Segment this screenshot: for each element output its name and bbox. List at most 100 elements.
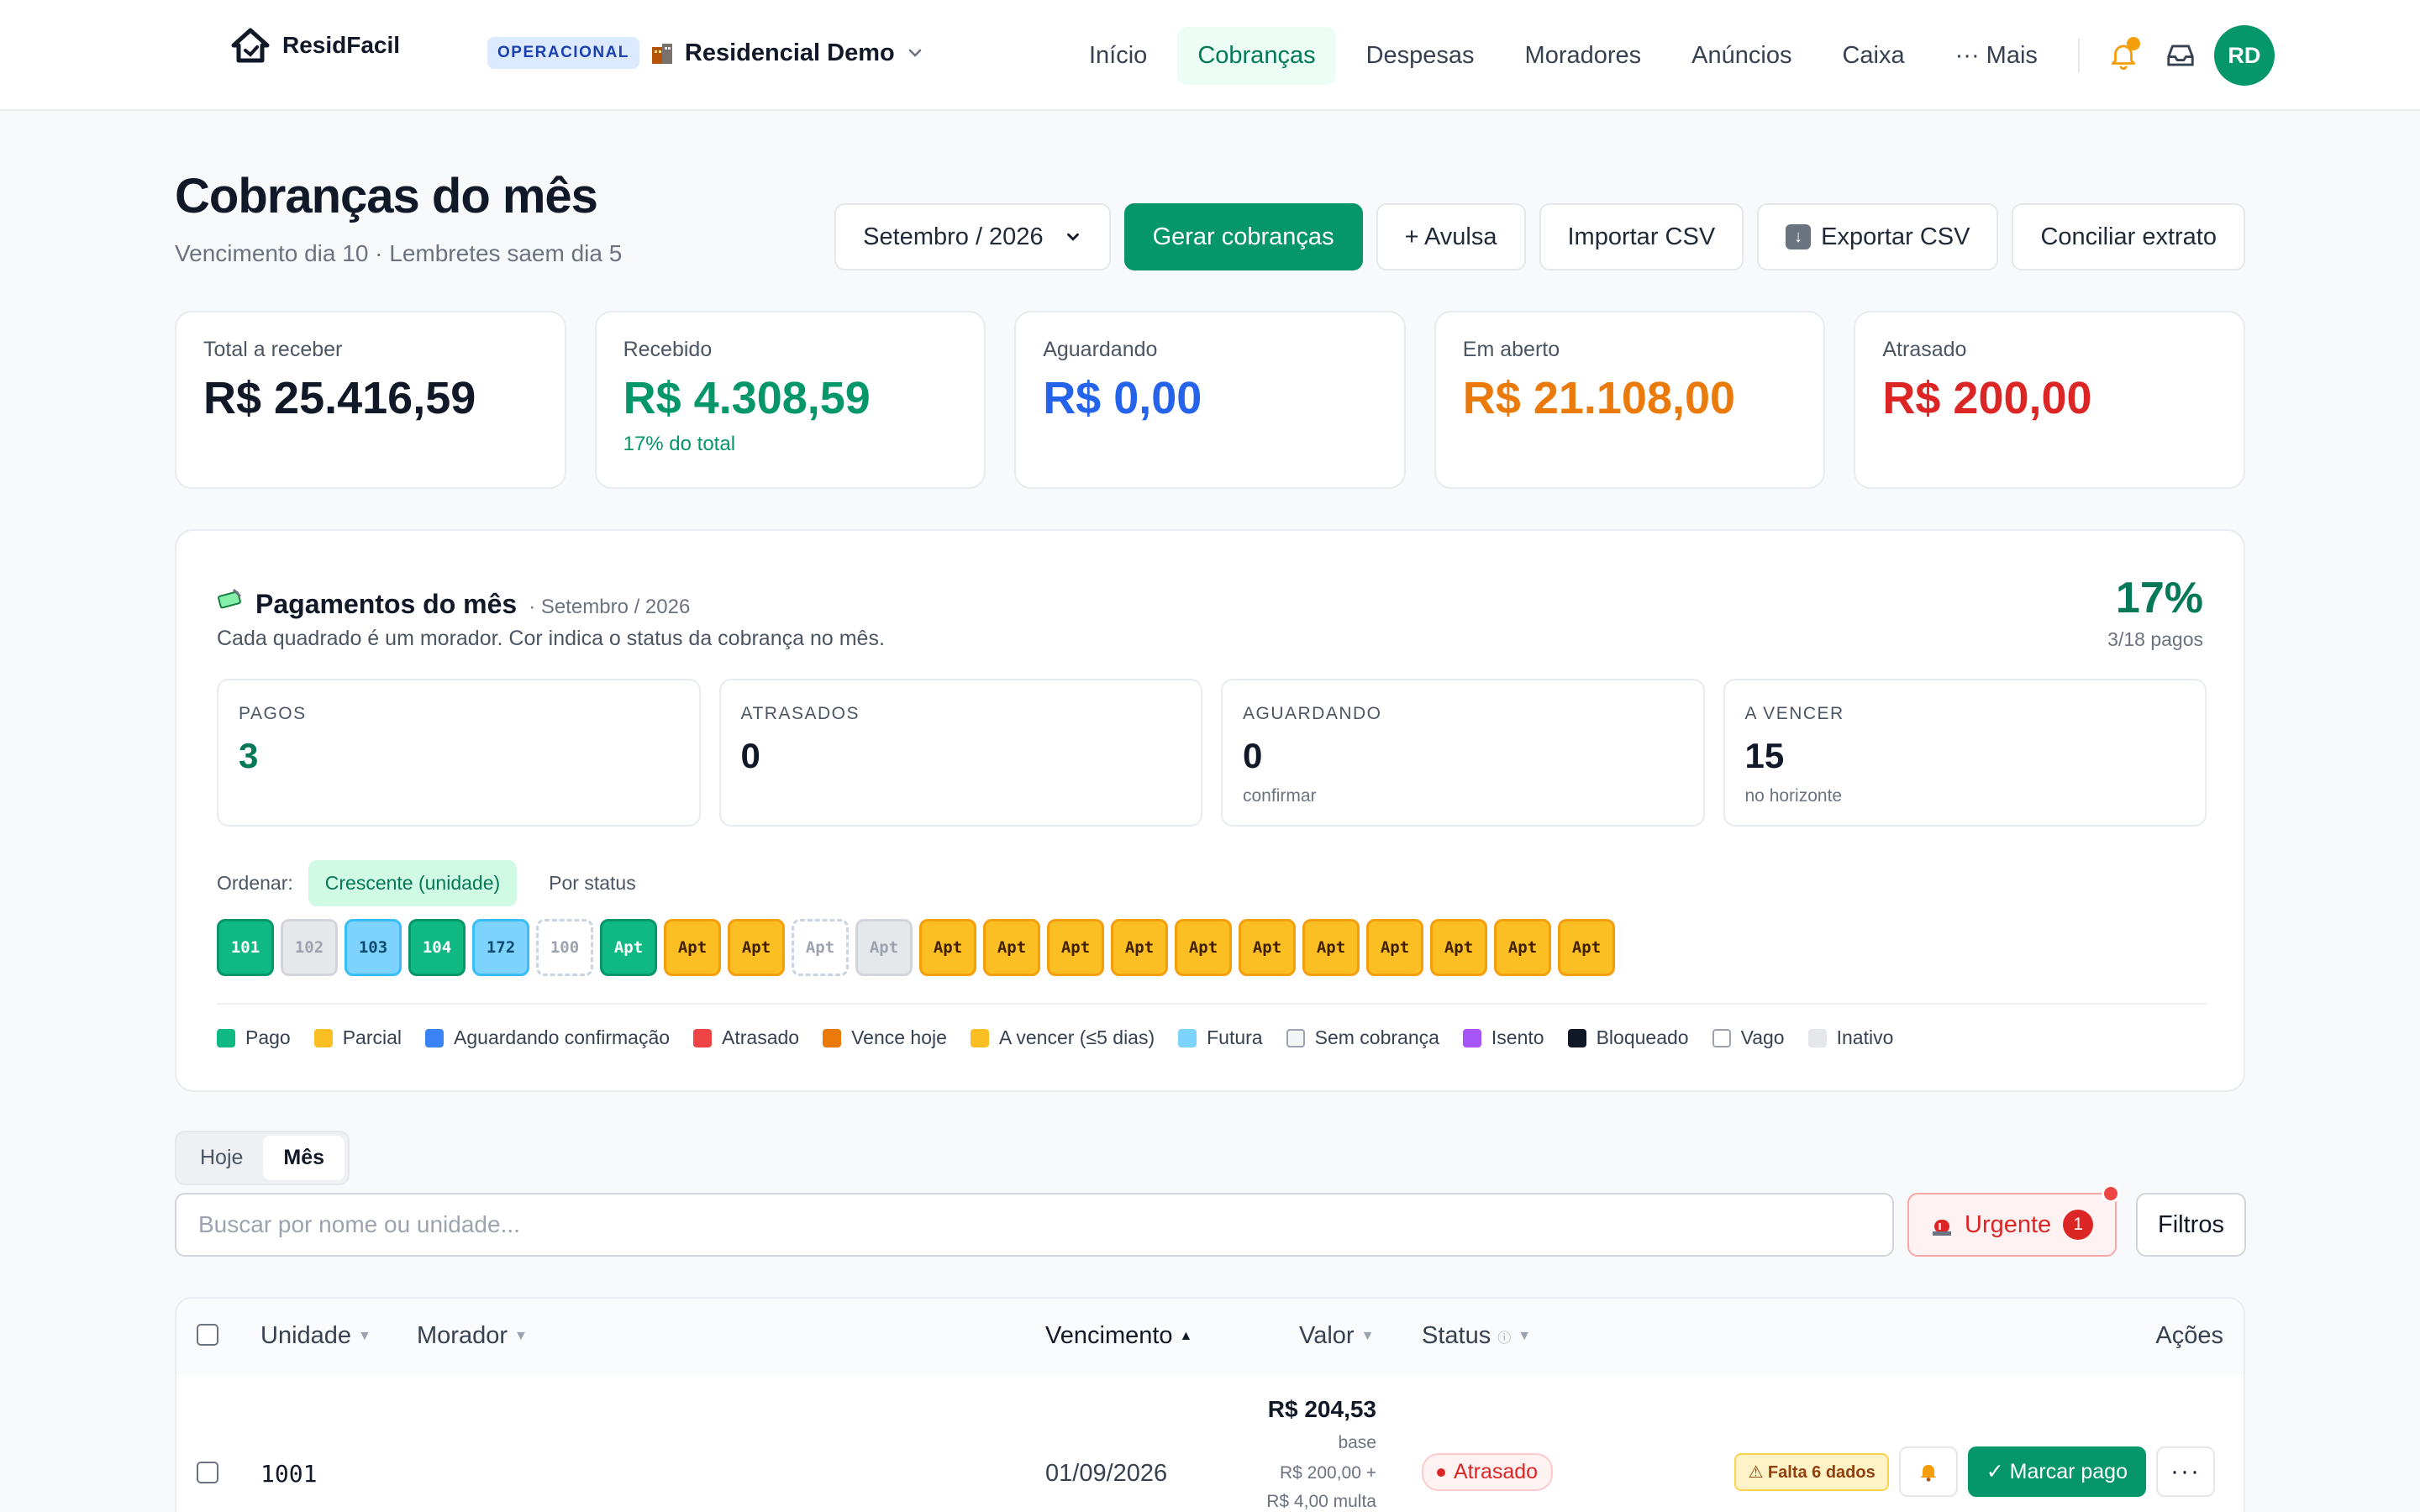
legend-item: Futura [1178, 1026, 1263, 1049]
counter-value: 15 [1744, 736, 1785, 775]
mark-paid-button[interactable]: ✓ Marcar pago [1967, 1446, 2146, 1497]
legend-swatch [970, 1028, 989, 1047]
column-due[interactable]: Vencimento ▲ [1045, 1322, 1192, 1350]
export-csv-button[interactable]: ↓ Exportar CSV [1757, 203, 1999, 270]
status-badge: Atrasado [1422, 1453, 1554, 1491]
counter-overdue: ATRASADOS 0 [718, 679, 1202, 827]
column-actions: Ações [2155, 1322, 2223, 1350]
more-options-button[interactable]: ··· [2156, 1446, 2215, 1497]
summary-cards: Total a receber R$ 25.416,59 Recebido R$… [175, 311, 2245, 489]
unit-tile[interactable]: Apt [1366, 919, 1423, 976]
unit-tile[interactable]: Apt [728, 919, 785, 976]
charges-table: Unidade ▼ Morador ▼ Vencimento ▲ Valor ▼… [175, 1297, 2245, 1512]
counter-label: AGUARDANDO [1243, 704, 1382, 723]
search-input[interactable] [175, 1193, 1894, 1257]
legend-item: Vago [1712, 1026, 1785, 1049]
unit-tile[interactable]: Apt [664, 919, 721, 976]
single-charge-button[interactable]: + Avulsa [1376, 203, 1526, 270]
import-csv-button[interactable]: Importar CSV [1539, 203, 1744, 270]
nav-mais[interactable]: ··· Mais [1935, 27, 2058, 85]
legend-swatch [823, 1028, 842, 1047]
nav-caixa[interactable]: Caixa [1822, 27, 1924, 85]
unit-tile[interactable]: Apt [1430, 919, 1487, 976]
nav-moradores[interactable]: Moradores [1505, 27, 1662, 85]
legend-label: Parcial [342, 1026, 402, 1048]
column-unit[interactable]: Unidade ▼ [260, 1322, 371, 1350]
user-avatar[interactable]: RD [2213, 25, 2275, 86]
condo-switcher[interactable]: OPERACIONAL Residencial Demo [487, 37, 925, 69]
legend-item: Sem cobrança [1286, 1026, 1439, 1049]
unit-tile[interactable]: Apt [855, 919, 913, 976]
view-toggle: Hoje Mês [175, 1131, 350, 1185]
reconcile-statement-button[interactable]: Conciliar extrato [2012, 203, 2245, 270]
payments-title: Pagamentos do mês [255, 589, 518, 619]
notifications-button[interactable] [2100, 32, 2147, 79]
app-logo[interactable]: ResidFacil [229, 24, 400, 67]
legend-swatch [1807, 1028, 1827, 1047]
status-legend: Pago Parcial Aguardando confirmação Atrasad… [217, 1026, 1893, 1049]
paid-ratio: 3/18 pagos [2107, 628, 2203, 650]
unit-tile[interactable]: Apt [1175, 919, 1232, 976]
sort-label: Ordenar: [217, 872, 293, 894]
money-icon [218, 588, 242, 609]
sort-icon: ▼ [514, 1328, 528, 1343]
column-resident[interactable]: Morador ▼ [417, 1322, 528, 1350]
unit-tile[interactable]: 101 [217, 919, 274, 976]
sort-ascending-chip[interactable]: Crescente (unidade) [308, 860, 518, 906]
value-total: R$ 204,53 [1267, 1396, 1376, 1422]
nav-cobrancas[interactable]: Cobranças [1177, 26, 1336, 85]
stat-label: Atrasado [1882, 338, 1967, 361]
column-value[interactable]: Valor ▼ [1299, 1322, 1374, 1350]
table-row: 1001 01/09/2026 R$ 204,53 base R$ 200,00… [176, 1374, 2244, 1512]
payments-month: · Setembro / 2026 [529, 596, 691, 618]
legend-swatch [1462, 1028, 1481, 1047]
unit-tile[interactable]: 172 [472, 919, 529, 976]
unit-tile[interactable]: Apt [1558, 919, 1615, 976]
remind-button[interactable] [1898, 1446, 1958, 1497]
nav-inicio[interactable]: Início [1069, 27, 1167, 85]
legend-item: Vence hoje [823, 1026, 947, 1049]
unit-tile[interactable]: Apt [600, 919, 657, 976]
filters-button[interactable]: Filtros [2136, 1193, 2246, 1257]
house-logo-icon [231, 28, 270, 63]
unit-tile[interactable]: Apt [1302, 919, 1360, 976]
missing-data-badge[interactable]: ⚠ Falta 6 dados [1734, 1452, 1889, 1491]
urgent-indicator-dot [2102, 1184, 2121, 1203]
generate-charges-button[interactable]: Gerar cobranças [1123, 203, 1363, 270]
unit-tile[interactable]: 102 [281, 919, 338, 976]
month-select[interactable]: Setembro / 2026 [834, 203, 1111, 270]
legend-item: Isento [1462, 1026, 1544, 1049]
unit-tile[interactable]: 103 [345, 919, 402, 976]
stat-value: R$ 25.416,59 [203, 373, 476, 423]
unit-tile[interactable]: Apt [1494, 919, 1551, 976]
unit-tile[interactable]: 100 [536, 919, 593, 976]
unit-cell: 1001 [260, 1460, 318, 1488]
unit-tile[interactable]: Apt [792, 919, 849, 976]
view-today-tab[interactable]: Hoje [180, 1136, 263, 1180]
legend-swatch [217, 1028, 235, 1047]
chevron-down-icon [1066, 233, 1079, 241]
nav-anuncios[interactable]: Anúncios [1671, 27, 1812, 85]
sort-status-chip[interactable]: Por status [532, 860, 653, 906]
column-status[interactable]: Status ⓘ ▼ [1422, 1322, 1531, 1350]
info-icon: ⓘ [1497, 1331, 1512, 1346]
counter-label: ATRASADOS [740, 704, 860, 723]
unit-tile[interactable]: Apt [1047, 919, 1104, 976]
unit-tile[interactable]: Apt [1239, 919, 1296, 976]
urgent-filter-button[interactable]: Urgente 1 [1907, 1184, 2121, 1257]
select-all-checkbox[interactable] [197, 1324, 218, 1346]
unit-tile[interactable]: Apt [919, 919, 976, 976]
unit-tile[interactable]: 104 [408, 919, 466, 976]
legend-item: A vencer (≤5 dias) [970, 1026, 1155, 1049]
unit-tile[interactable]: Apt [983, 919, 1040, 976]
row-checkbox[interactable] [197, 1462, 218, 1483]
nav-despesas[interactable]: Despesas [1346, 27, 1495, 85]
operational-badge: OPERACIONAL [487, 37, 639, 69]
unit-tile[interactable]: Apt [1111, 919, 1168, 976]
legend-item: Pago [217, 1026, 291, 1049]
column-resident-label: Morador [417, 1322, 508, 1349]
building-icon [651, 44, 672, 64]
row-checkbox-cell [197, 1462, 218, 1483]
inbox-button[interactable] [2157, 32, 2204, 79]
view-month-tab[interactable]: Mês [263, 1136, 345, 1180]
